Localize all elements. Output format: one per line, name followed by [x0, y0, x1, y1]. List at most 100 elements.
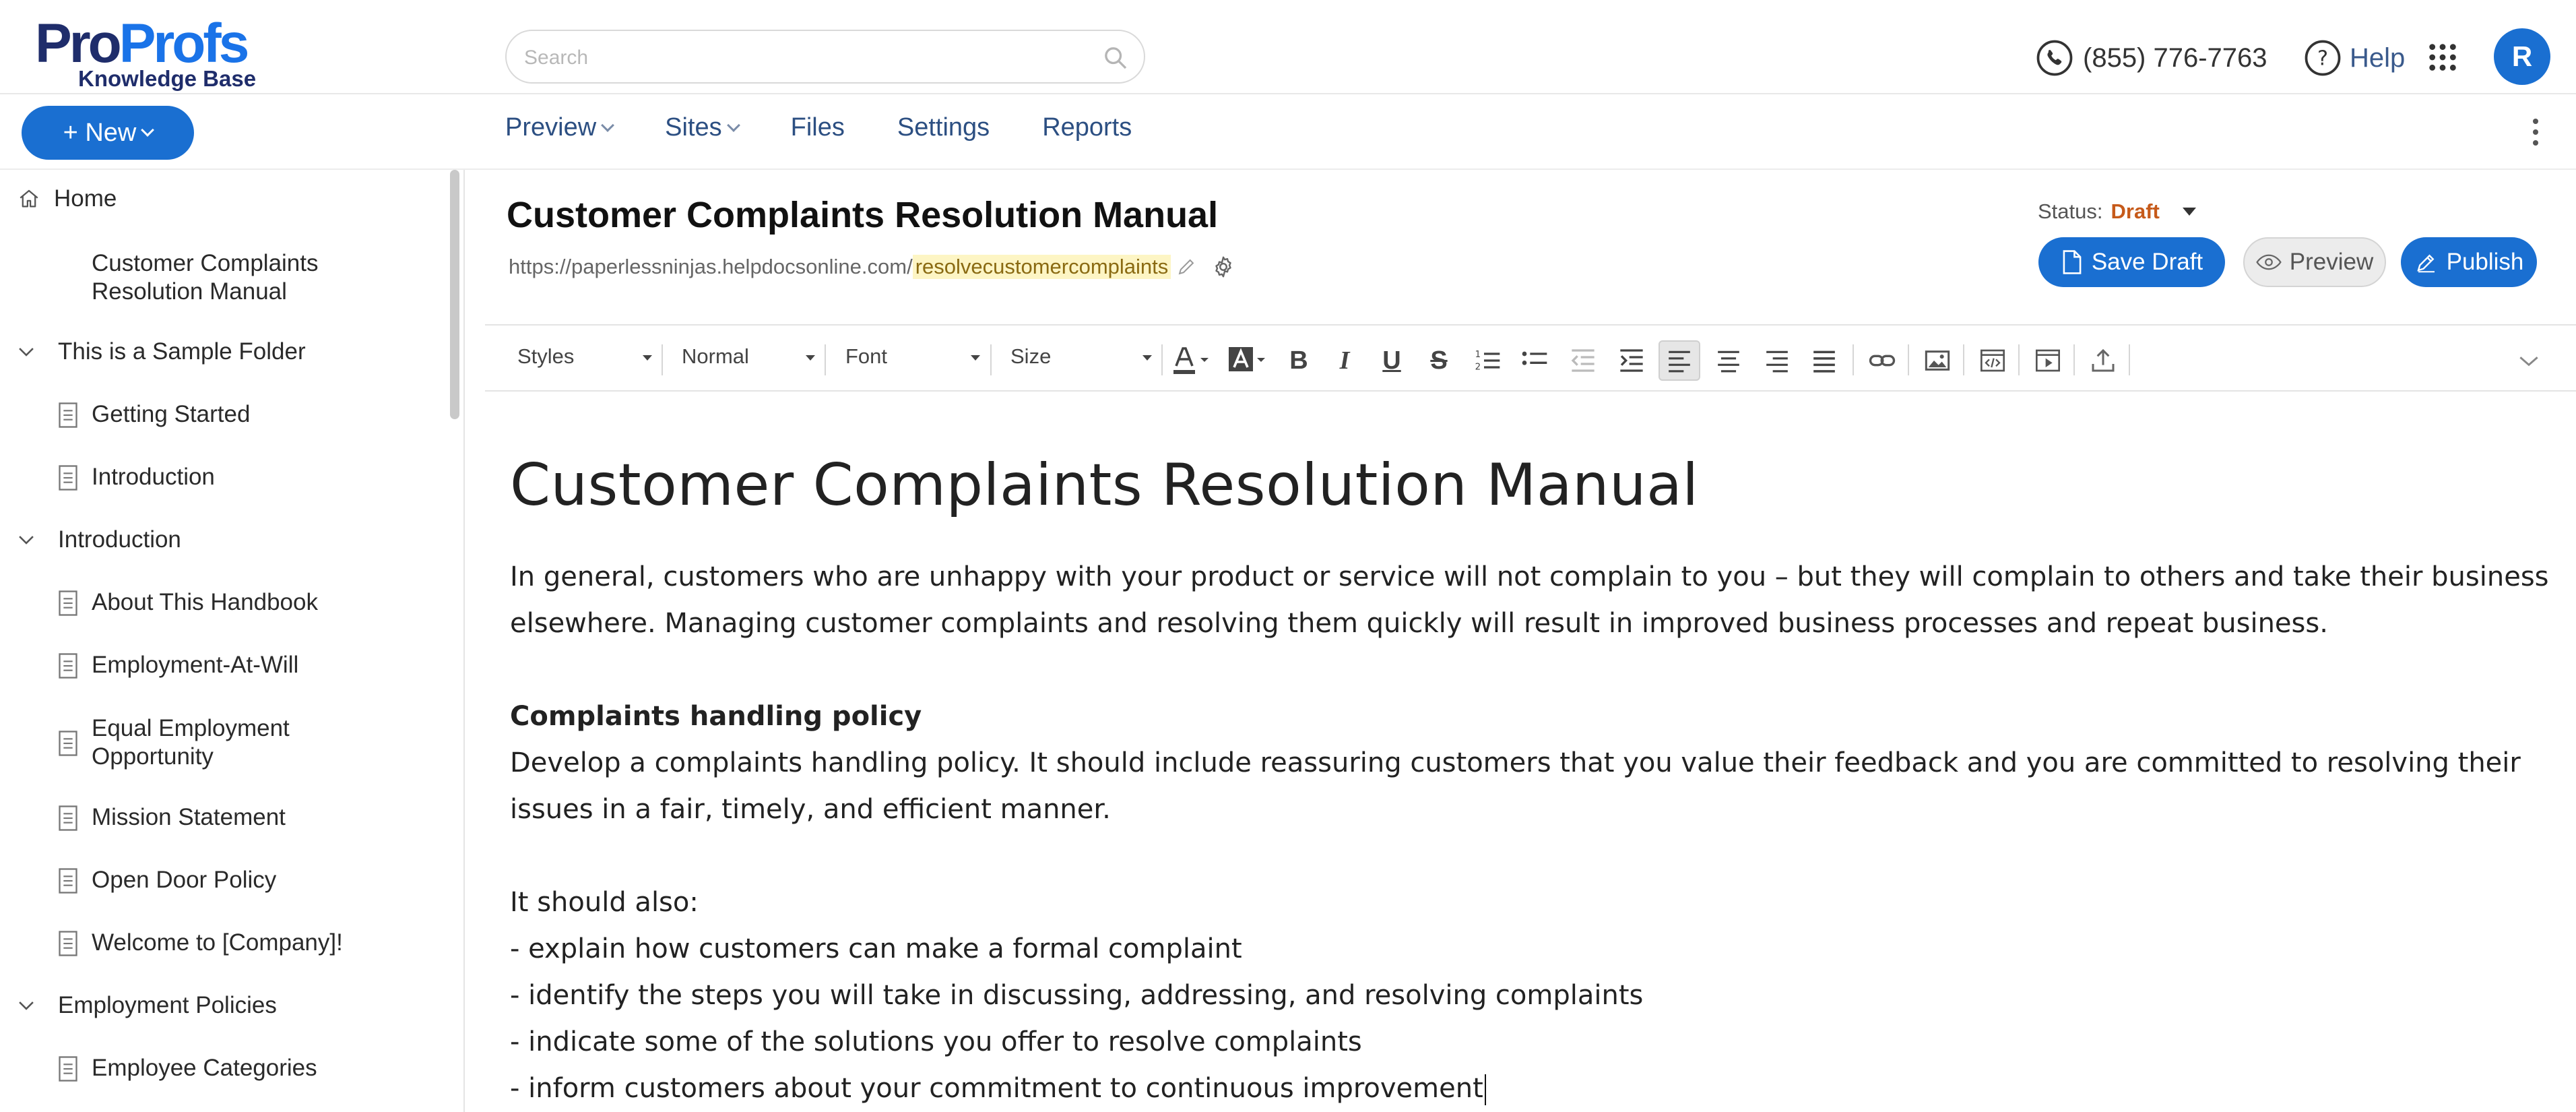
help-link[interactable]: ? Help — [2304, 39, 2405, 77]
nav-settings[interactable]: Settings — [897, 113, 990, 142]
sidebar-item-welcome[interactable]: Welcome to [Company]! — [58, 929, 343, 957]
video-icon — [2036, 349, 2060, 372]
dropdown-caret-icon[interactable] — [2182, 208, 2196, 216]
align-right-button[interactable] — [1761, 344, 1793, 377]
paragraph-line: Develop a complaints handling policy. It… — [510, 747, 2521, 778]
align-left-button[interactable] — [1659, 340, 1700, 381]
strikethrough-icon: S — [1430, 346, 1448, 375]
toolbar-divider — [2129, 344, 2130, 375]
pen-icon — [2416, 254, 2435, 273]
preview-button[interactable]: Preview — [2243, 237, 2386, 287]
link-icon — [1869, 354, 1896, 367]
gear-icon[interactable] — [1211, 255, 1235, 279]
numbered-list-button[interactable]: 12 — [1471, 344, 1504, 377]
sidebar-item-mission-statement[interactable]: Mission Statement — [58, 803, 286, 832]
sidebar-item-label: This is a Sample Folder — [58, 338, 306, 365]
toolbar-divider — [2018, 344, 2020, 375]
status-selector[interactable]: Status: Draft — [2038, 199, 2196, 224]
embed-code-button[interactable] — [1976, 344, 2009, 377]
bold-icon: B — [1289, 346, 1308, 375]
svg-text:2: 2 — [1475, 362, 1481, 372]
format-dropdown[interactable]: Normal — [682, 344, 815, 374]
sidebar-scrollbar[interactable] — [450, 170, 459, 419]
more-options-icon[interactable] — [2532, 119, 2540, 148]
sidebar-folder-employment-policies[interactable]: Employment Policies — [15, 991, 277, 1020]
search-icon[interactable] — [1102, 44, 1129, 71]
chevron-down-icon[interactable] — [15, 528, 38, 551]
phone-link[interactable]: (855) 776-7763 — [2036, 39, 2267, 77]
bullet-list-button[interactable] — [1518, 344, 1551, 377]
chevron-down-icon[interactable] — [15, 340, 38, 363]
align-center-icon — [1718, 350, 1739, 373]
document-icon — [59, 653, 77, 679]
document-icon — [59, 465, 77, 491]
url-slug[interactable]: resolvecustomercomplaints — [912, 255, 1171, 279]
new-button[interactable]: + New — [22, 106, 194, 160]
bold-button[interactable]: B — [1283, 344, 1315, 377]
list-item: - indicate some of the solutions you off… — [510, 1026, 1362, 1057]
pencil-icon[interactable] — [1175, 255, 1198, 278]
nav-preview[interactable]: Preview — [505, 113, 615, 142]
sidebar-item-getting-started[interactable]: Getting Started — [58, 400, 250, 429]
size-dropdown[interactable]: Size — [1010, 344, 1152, 374]
proprofs-logo[interactable]: ProProfs Knowledge Base — [35, 13, 256, 92]
sidebar-item-open-door-policy[interactable]: Open Door Policy — [58, 866, 276, 894]
align-right-icon — [1766, 350, 1788, 373]
sidebar-item-label-line2: Opportunity — [92, 743, 214, 770]
list-intro: It should also: — [510, 887, 699, 918]
sidebar-item-current-page[interactable]: Customer Complaints Resolution Manual — [92, 249, 319, 306]
publish-button[interactable]: Publish — [2401, 237, 2537, 287]
save-draft-button[interactable]: Save Draft — [2038, 237, 2225, 287]
logo-wordmark: ProProfs — [35, 13, 249, 74]
list-item: - inform customers about your commitment… — [510, 1073, 1483, 1104]
chevron-down-icon[interactable] — [15, 994, 38, 1017]
sidebar-item-employee-categories[interactable]: Employee Categories — [58, 1054, 317, 1082]
sidebar-item-employment-at-will[interactable]: Employment-At-Will — [58, 651, 298, 679]
image-button[interactable] — [1921, 344, 1954, 377]
status-label: Status: — [2038, 199, 2103, 223]
apps-grid-icon[interactable] — [2427, 42, 2458, 73]
sidebar-item-label: Employment Policies — [58, 992, 277, 1018]
sidebar-item-introduction-doc[interactable]: Introduction — [58, 463, 215, 491]
page-title[interactable]: Customer Complaints Resolution Manual — [507, 194, 1218, 236]
text-color-button[interactable] — [1169, 344, 1213, 377]
nav-files[interactable]: Files — [791, 113, 845, 142]
video-button[interactable] — [2032, 344, 2064, 377]
sidebar-item-label-line2: Resolution Manual — [92, 278, 287, 305]
svg-text:?: ? — [2317, 47, 2328, 71]
toolbar-expand-button[interactable] — [2513, 344, 2545, 377]
link-button[interactable] — [1866, 344, 1898, 377]
strikethrough-button[interactable]: S — [1423, 344, 1455, 377]
sidebar-item-label-group: Equal Employment Opportunity — [92, 714, 290, 771]
underline-button[interactable]: U — [1376, 344, 1408, 377]
user-avatar[interactable]: R — [2494, 28, 2550, 85]
italic-icon: I — [1339, 346, 1350, 375]
sidebar-item-label: Open Door Policy — [92, 867, 277, 893]
sidebar-folder-sample[interactable]: This is a Sample Folder — [15, 338, 306, 366]
publish-label: Publish — [2446, 249, 2524, 275]
sidebar-folder-introduction[interactable]: Introduction — [15, 526, 181, 554]
numbered-list-icon: 12 — [1475, 350, 1500, 372]
justify-button[interactable] — [1808, 344, 1840, 377]
svg-text:1: 1 — [1475, 350, 1481, 360]
justify-icon — [1813, 350, 1835, 373]
sidebar-item-label: Welcome to [Company]! — [92, 929, 343, 956]
sidebar-item-about-handbook[interactable]: About This Handbook — [58, 588, 318, 617]
background-color-button[interactable] — [1226, 344, 1269, 377]
align-center-button[interactable] — [1712, 344, 1745, 377]
indent-button[interactable] — [1615, 344, 1648, 377]
sidebar-item-home[interactable]: Home — [18, 185, 117, 213]
outdent-button[interactable] — [1567, 344, 1599, 377]
toolbar-divider — [825, 344, 826, 375]
italic-button[interactable]: I — [1328, 344, 1361, 377]
search-input[interactable] — [524, 43, 1063, 73]
upload-button[interactable] — [2087, 344, 2119, 377]
nav-reports[interactable]: Reports — [1042, 113, 1132, 142]
font-dropdown[interactable]: Font — [845, 344, 980, 374]
sidebar-item-equal-employment[interactable]: Equal Employment Opportunity — [58, 714, 290, 771]
eye-icon — [2256, 254, 2282, 270]
list-item-last: - inform customers about your commitment… — [510, 1065, 2558, 1112]
styles-dropdown[interactable]: Styles — [517, 344, 652, 374]
search-box[interactable] — [505, 30, 1145, 84]
nav-sites[interactable]: Sites — [665, 113, 740, 142]
